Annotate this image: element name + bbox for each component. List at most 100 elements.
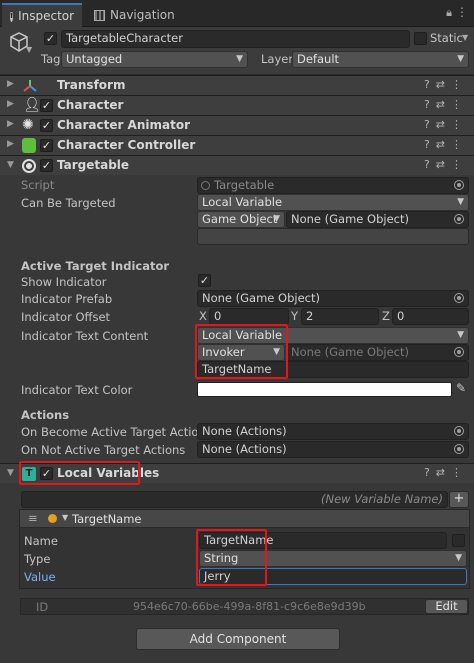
component-header-icons[interactable]: ?⇄⋮ — [424, 78, 468, 91]
object-picker-icon[interactable] — [454, 180, 464, 190]
object-picker-icon[interactable] — [454, 293, 464, 303]
variable-fold-arrow-icon[interactable]: ▼ — [62, 513, 68, 522]
variable-save-checkbox[interactable] — [452, 534, 465, 547]
show-indicator-label: Show Indicator — [21, 275, 107, 289]
menu-icon[interactable]: ⋮ — [456, 5, 468, 19]
variable-title: TargetName — [72, 512, 142, 526]
fold-arrow-icon[interactable]: ▶ — [7, 139, 14, 149]
object-name-field[interactable]: TargetableCharacter — [61, 30, 410, 48]
component-enabled-checkbox[interactable]: ✓ — [40, 119, 53, 132]
chevron-down-icon: ▼ — [273, 214, 280, 224]
object-picker-icon[interactable] — [454, 347, 464, 357]
highlight-box — [195, 324, 288, 379]
icon-dropdown-arrow[interactable]: ▼ — [26, 45, 32, 54]
tag-dropdown[interactable]: Untagged ▼ — [61, 51, 248, 68]
fold-arrow-icon[interactable]: ▼ — [7, 160, 14, 170]
component-header-icons[interactable]: ?⇄⋮ — [424, 118, 468, 131]
offset-y-field[interactable]: 2 — [301, 308, 379, 325]
indicator-prefab-field[interactable]: None (Game Object) — [197, 290, 469, 307]
animator-icon: ✺ — [22, 117, 34, 133]
fold-arrow-icon[interactable]: ▶ — [7, 119, 14, 129]
layer-label: Layer — [261, 52, 294, 66]
show-indicator-checkbox[interactable]: ✓ — [198, 274, 211, 287]
controller-icon — [22, 138, 36, 153]
tag-value: Untagged — [66, 52, 123, 66]
indicator-offset-label: Indicator Offset — [21, 310, 111, 324]
active-checkbox[interactable]: ✓ — [44, 32, 57, 45]
offset-z-label: Z — [382, 309, 390, 323]
variable-type-label: Type — [24, 552, 51, 566]
on-become-value: None (Actions) — [202, 424, 287, 438]
tab-navigation[interactable]: Navigation — [86, 3, 183, 27]
chevron-down-icon: ▼ — [457, 197, 464, 207]
component-transform[interactable]: ▶ Transform ?⇄⋮ — [0, 75, 474, 95]
eyedropper-icon[interactable]: ✎ — [456, 381, 466, 395]
on-become-label: On Become Active Target Actions — [21, 425, 212, 439]
object-header: ▼ ✓ TargetableCharacter Static ▼ Tag Unt… — [0, 27, 474, 75]
object-picker-icon[interactable] — [454, 426, 464, 436]
component-header-icons[interactable]: ?⇄⋮ — [424, 138, 468, 151]
component-enabled-checkbox[interactable]: ✓ — [40, 139, 53, 152]
indicator-prefab-value: None (Game Object) — [202, 291, 320, 305]
component-title: Targetable — [57, 158, 130, 172]
component-header-icons[interactable]: ?⇄⋮ — [424, 466, 468, 479]
on-become-field[interactable]: None (Actions) — [197, 423, 469, 440]
game-object-field[interactable]: None (Game Object) — [286, 211, 469, 228]
on-not-value: None (Actions) — [202, 442, 287, 456]
variable-header[interactable]: ≡ ▼ TargetName — [20, 510, 469, 528]
object-picker-icon[interactable] — [454, 444, 464, 454]
drag-handle-icon[interactable]: ≡ — [28, 511, 38, 525]
component-enabled-checkbox[interactable]: ✓ — [40, 99, 53, 112]
variable-type-icon — [48, 514, 57, 523]
color-field[interactable] — [197, 382, 452, 397]
invoker-game-object-field[interactable]: None (Game Object) — [286, 344, 469, 361]
chevron-down-icon: ▼ — [457, 330, 464, 340]
component-character[interactable]: ▶ 👤︎ ✓ Character ?⇄⋮ — [0, 95, 474, 115]
static-checkbox[interactable] — [414, 32, 427, 45]
component-character-controller[interactable]: ▶ ✓ Character Controller ?⇄⋮ — [0, 135, 474, 155]
offset-x-field[interactable]: 0 — [209, 308, 289, 325]
script-value: Targetable — [214, 178, 275, 192]
on-not-field[interactable]: None (Actions) — [197, 441, 469, 458]
component-header-icons[interactable]: ?⇄⋮ — [424, 98, 468, 111]
game-object-dropdown[interactable]: Game Object ▼ — [197, 211, 285, 228]
highlight-box — [19, 461, 140, 485]
component-enabled-checkbox[interactable]: ✓ — [40, 159, 53, 172]
fold-arrow-icon[interactable]: ▶ — [7, 99, 14, 109]
new-variable-field[interactable]: (New Variable Name) — [21, 491, 448, 508]
component-character-animator[interactable]: ▶ ✺ ✓ Character Animator ?⇄⋮ — [0, 115, 474, 135]
add-variable-button[interactable]: + — [449, 491, 469, 508]
offset-z-field[interactable]: 0 — [392, 308, 469, 325]
info-icon: i — [10, 10, 14, 22]
add-component-button[interactable]: Add Component — [136, 628, 340, 650]
tab-inspector-label: Inspector — [18, 9, 75, 23]
layer-dropdown[interactable]: Default ▼ — [292, 51, 469, 68]
component-targetable[interactable]: ▼ ✓ Targetable ?⇄⋮ — [0, 155, 474, 175]
fold-arrow-icon[interactable]: ▶ — [7, 79, 14, 89]
variable-name-label: Name — [24, 534, 58, 548]
variable-value-label: Value — [24, 570, 56, 584]
tag-label: Tag — [41, 52, 61, 66]
chevron-down-icon: ▼ — [457, 54, 464, 64]
component-title: Character Controller — [57, 138, 196, 152]
can-be-targeted-dropdown[interactable]: Local Variable ▼ — [197, 194, 469, 211]
indicator-text-content-label: Indicator Text Content — [21, 329, 149, 343]
chevron-down-icon: ▼ — [236, 54, 243, 64]
component-header-icons[interactable]: ?⇄⋮ — [424, 158, 468, 171]
fold-arrow-icon[interactable]: ▼ — [7, 468, 14, 478]
section-active-target-indicator: Active Target Indicator — [21, 259, 170, 273]
layer-value: Default — [297, 52, 340, 66]
edit-id-button[interactable]: Edit — [425, 599, 468, 614]
tab-navigation-label: Navigation — [110, 8, 175, 22]
static-dropdown-arrow[interactable]: ▼ — [462, 33, 468, 42]
indicator-prefab-label: Indicator Prefab — [21, 292, 113, 306]
tab-bar: i Inspector Navigation 🔒︎ ⋮ — [0, 0, 474, 27]
chevron-down-icon: ▼ — [455, 553, 462, 563]
empty-field[interactable] — [197, 228, 469, 245]
on-not-label: On Not Active Target Actions — [21, 443, 186, 457]
lock-icon[interactable]: 🔒︎ — [446, 6, 452, 20]
character-icon: 👤︎ — [23, 97, 41, 113]
component-title: Character Animator — [57, 118, 190, 132]
object-picker-icon[interactable] — [454, 214, 464, 224]
tab-inspector[interactable]: i Inspector — [2, 3, 82, 27]
